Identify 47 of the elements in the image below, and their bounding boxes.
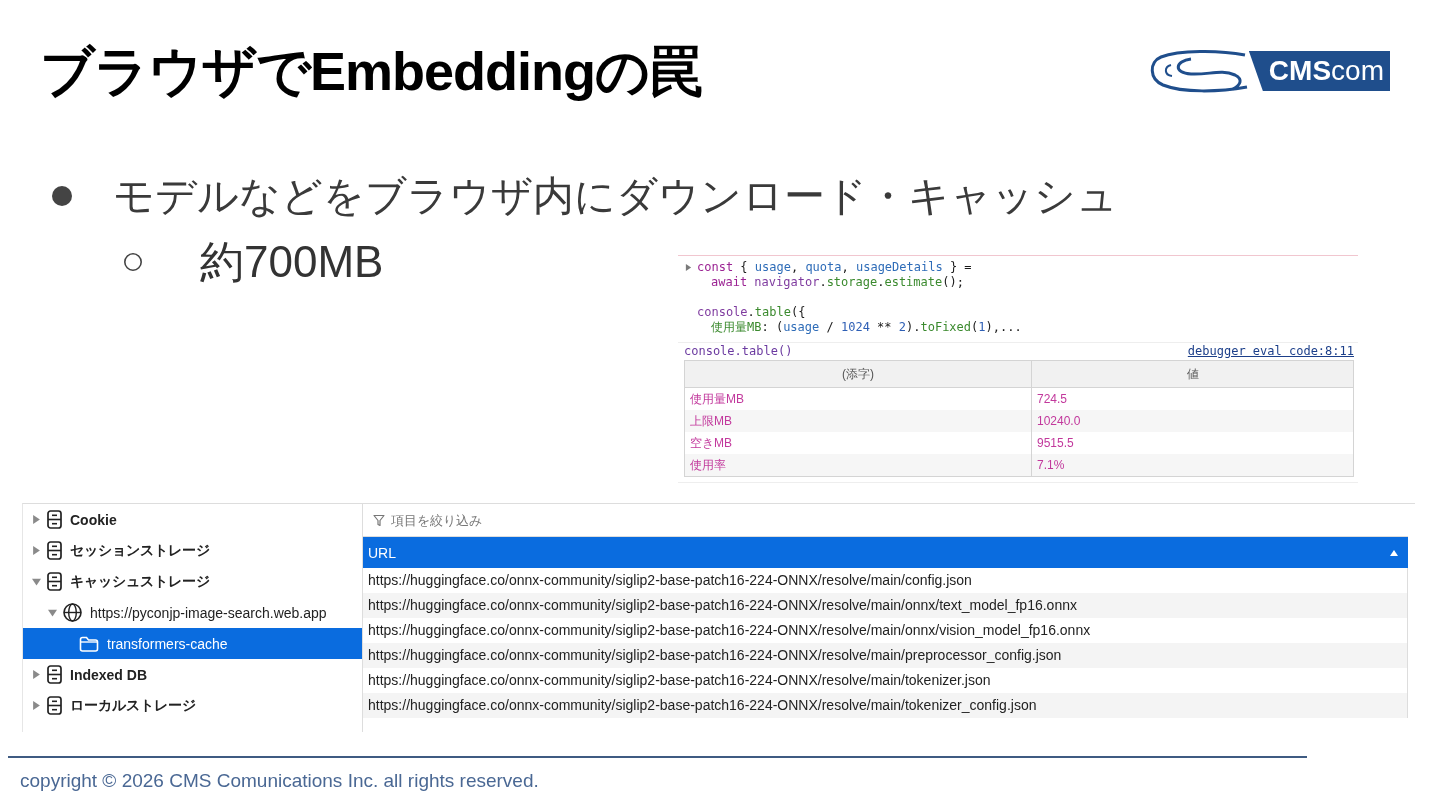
url-row[interactable]: https://huggingface.co/onnx-community/siglip2-base-patch16-224-ONNX/resolve/main/preprocessor_config.json [363, 643, 1408, 668]
column-header[interactable]: URL [363, 537, 1408, 568]
tree-item[interactable]: ローカルストレージ [23, 690, 362, 721]
caret-icon[interactable] [32, 515, 41, 524]
logo-wordmark: CMScom [1248, 51, 1390, 91]
cabinet-icon [47, 510, 62, 529]
logo-swoosh-icon [1148, 49, 1249, 93]
code-line: const { usage, quota, usageDetails } = [697, 260, 972, 275]
code-line: await navigator.storage.estimate(); [711, 275, 964, 290]
tree-item[interactable]: transformers-cache [23, 628, 362, 659]
tree-item[interactable]: Indexed DB [23, 659, 362, 690]
url-row[interactable]: https://huggingface.co/onnx-community/siglip2-base-patch16-224-ONNX/resolve/main/onnx/text_model_fp16.onnx [363, 593, 1408, 618]
tree-item[interactable]: https://pyconjp-image-search.web.app [23, 597, 362, 628]
filter-field[interactable]: 項目を絞り込み [391, 510, 691, 530]
caret-icon[interactable] [48, 608, 57, 617]
folder-icon [79, 635, 99, 652]
caret-icon[interactable] [32, 546, 41, 555]
ring-bullet-icon [124, 253, 142, 271]
tree-item[interactable]: セッションストレージ [23, 535, 362, 566]
table-header: 値 [1031, 360, 1354, 388]
caret-icon[interactable] [32, 577, 41, 586]
code-line: console.table({ [697, 305, 806, 320]
cabinet-icon [47, 696, 62, 715]
bullet-text: 約700MB [200, 237, 384, 287]
caret-icon[interactable] [32, 701, 41, 710]
table-header: (添字) [684, 360, 1032, 388]
cabinet-icon [47, 541, 62, 560]
globe-icon [63, 603, 82, 622]
caret-icon[interactable] [32, 670, 41, 679]
bullet-dot-icon [52, 186, 72, 206]
table-cell: 上限MB [684, 410, 1032, 432]
url-row[interactable]: https://huggingface.co/onnx-community/siglip2-base-patch16-224-ONNX/resolve/main/tokenizer_config.json [363, 693, 1408, 718]
cabinet-icon [47, 572, 62, 591]
copyright-text: copyright © 2026 CMS Comunications Inc. all rights reserved. [20, 769, 539, 793]
bullet-text: モデルなどをブラウザ内にダウンロード・キャッシュ [113, 172, 1118, 221]
slide-title: ブラウザでEmbeddingの罠 [40, 40, 702, 103]
tree-item[interactable]: Cookie [23, 504, 362, 535]
table-cell: 使用率 [684, 454, 1032, 477]
output-label: console.table() [684, 344, 793, 358]
cabinet-icon [47, 665, 62, 684]
table-cell: 7.1% [1031, 454, 1354, 477]
filter-icon [373, 513, 385, 527]
table-cell: 10240.0 [1031, 410, 1354, 432]
code-line: 使用量MB: (usage / 1024 ** 2).toFixed(1),... [711, 320, 1022, 335]
caret-icon[interactable] [685, 264, 692, 271]
source-link[interactable]: debugger eval code:8:11 [1187, 344, 1354, 358]
tree-item[interactable]: キャッシュストレージ [23, 566, 362, 597]
